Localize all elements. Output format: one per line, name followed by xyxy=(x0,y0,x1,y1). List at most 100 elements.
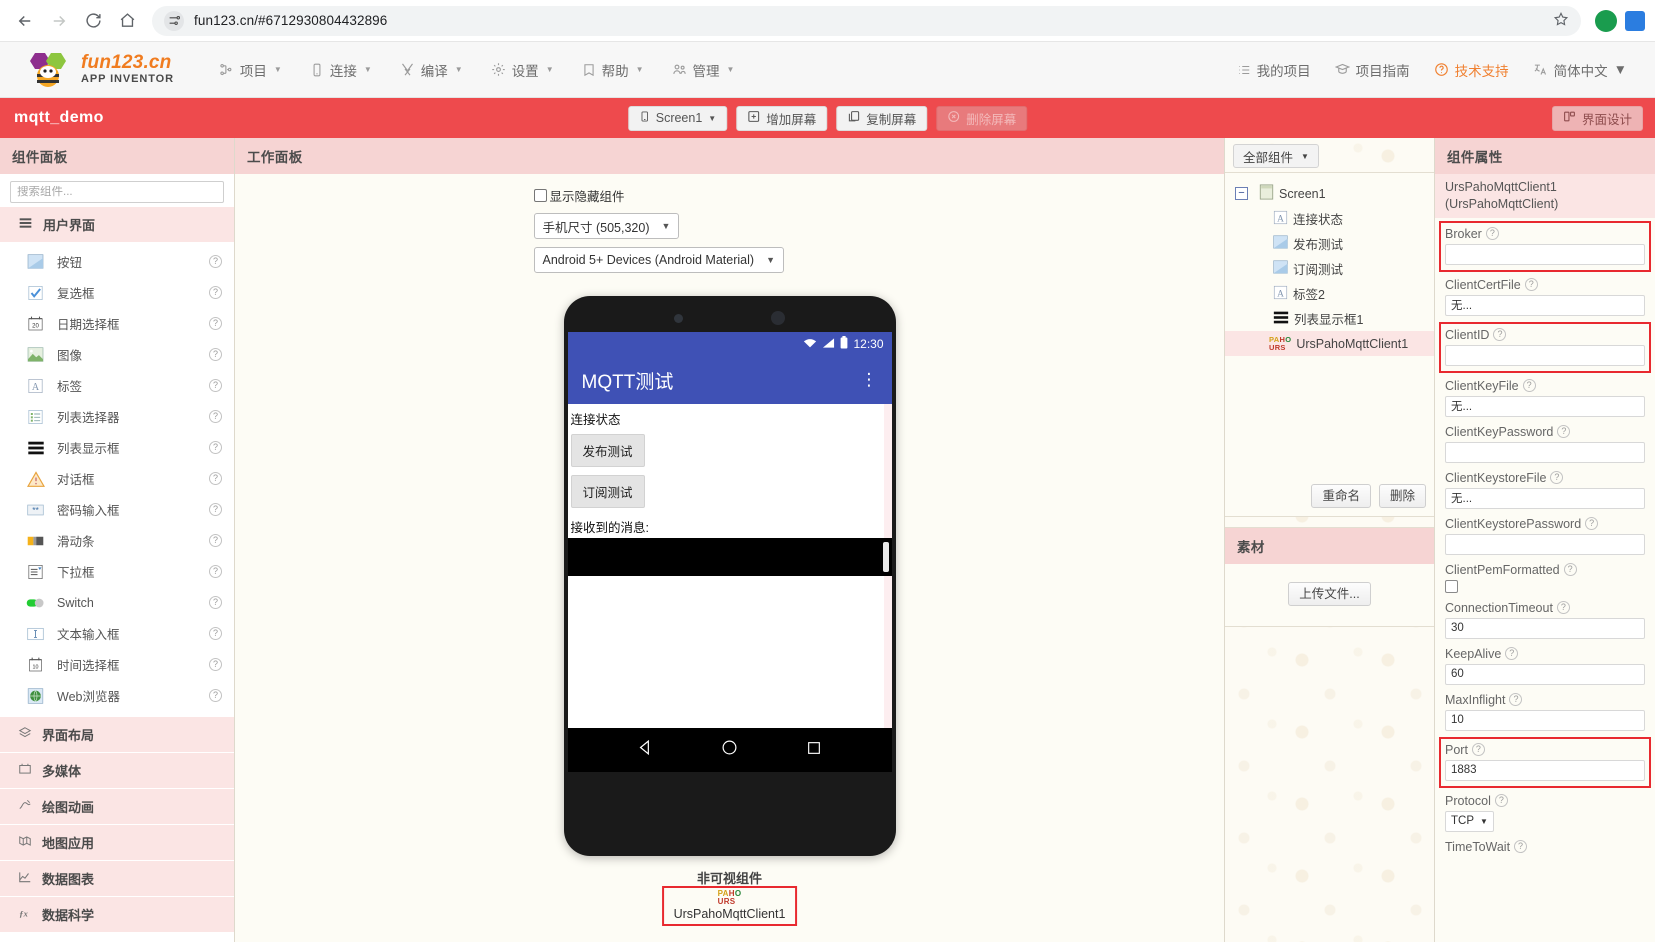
keepalive-input[interactable]: 60 xyxy=(1445,664,1645,685)
menu-item-connect[interactable]: 连接 ▼ xyxy=(299,53,383,87)
clientkeystorepassword-input[interactable] xyxy=(1445,534,1645,555)
help-icon[interactable]: ? xyxy=(1505,647,1518,660)
brand-logo-block[interactable]: fun123.cn APP INVENTOR xyxy=(0,50,174,90)
forward-arrow-icon[interactable] xyxy=(44,6,74,36)
delete-button[interactable]: 删除 xyxy=(1379,484,1426,508)
help-icon[interactable]: ? xyxy=(1523,379,1536,392)
tree-node-publish-test[interactable]: 发布测试 xyxy=(1225,231,1434,256)
palette-search[interactable] xyxy=(10,181,224,203)
phone-screen[interactable]: 12:30 MQTT测试 ⋮ 连接状态 发布测试 订阅测试 接收到的消息: xyxy=(568,332,892,772)
help-icon[interactable]: ? xyxy=(209,472,222,485)
port-input[interactable]: 1883 xyxy=(1445,760,1645,781)
palette-category-maps[interactable]: 地图应用 xyxy=(0,825,234,861)
help-icon[interactable]: ? xyxy=(1585,517,1598,530)
help-icon[interactable]: ? xyxy=(209,286,222,299)
help-icon[interactable]: ? xyxy=(1472,743,1485,756)
palette-item-timepicker[interactable]: 10 时间选择框 ? xyxy=(0,649,234,680)
tree-node-urspahomqttclient1[interactable]: PAHO URS UrsPahoMqttClient1 xyxy=(1225,331,1434,356)
overflow-menu-icon[interactable]: ⋮ xyxy=(861,375,878,385)
help-icon[interactable]: ? xyxy=(1564,563,1577,576)
show-hidden-checkbox[interactable] xyxy=(534,189,547,202)
help-icon[interactable]: ? xyxy=(209,255,222,268)
palette-category-ui[interactable]: 用户界面 xyxy=(0,207,234,243)
palette-item-passwordbox[interactable]: ** 密码输入框 ? xyxy=(0,494,234,525)
tree-node-subscribe-test[interactable]: 订阅测试 xyxy=(1225,256,1434,281)
help-icon[interactable]: ? xyxy=(209,627,222,640)
tree-node-label2[interactable]: A 标签2 xyxy=(1225,281,1434,306)
palette-category-media[interactable]: 多媒体 xyxy=(0,753,234,789)
help-icon[interactable]: ? xyxy=(209,658,222,671)
help-icon[interactable]: ? xyxy=(1557,425,1570,438)
palette-item-webviewer[interactable]: Web浏览器 ? xyxy=(0,680,234,711)
palette-item-notifier[interactable]: 对话框 ? xyxy=(0,463,234,494)
clientid-input[interactable] xyxy=(1445,345,1645,366)
listview-component[interactable] xyxy=(568,538,892,576)
palette-item-button[interactable]: 按钮 ? xyxy=(0,246,234,277)
extension-icon[interactable] xyxy=(1625,11,1645,31)
home-nav-icon[interactable] xyxy=(721,739,738,761)
palette-item-switch[interactable]: Switch ? xyxy=(0,587,234,618)
palette-category-layout[interactable]: 界面布局 xyxy=(0,717,234,753)
help-icon[interactable]: ? xyxy=(1550,471,1563,484)
tree-node-listview1[interactable]: 列表显示框1 xyxy=(1225,306,1434,331)
help-icon[interactable]: ? xyxy=(209,565,222,578)
help-icon[interactable]: ? xyxy=(209,379,222,392)
subscribe-test-button[interactable]: 订阅测试 xyxy=(571,475,645,508)
help-icon[interactable]: ? xyxy=(209,441,222,454)
screen-content[interactable]: 连接状态 发布测试 订阅测试 接收到的消息: xyxy=(568,404,892,728)
menu-item-settings[interactable]: 设置 ▼ xyxy=(480,53,565,87)
clientkeystorefile-input[interactable]: 无... xyxy=(1445,488,1645,509)
listview-scrollbar[interactable] xyxy=(883,542,889,572)
palette-item-slider[interactable]: 滑动条 ? xyxy=(0,525,234,556)
component-filter-dropdown[interactable]: 全部组件 ▼ xyxy=(1233,144,1319,168)
delete-screen-button[interactable]: 删除屏幕 xyxy=(936,106,1027,131)
clientkeyfile-input[interactable]: 无... xyxy=(1445,396,1645,417)
rename-button[interactable]: 重命名 xyxy=(1311,484,1371,508)
publish-test-button[interactable]: 发布测试 xyxy=(571,434,645,467)
copy-screen-button[interactable]: 复制屏幕 xyxy=(836,106,927,131)
palette-item-label[interactable]: A 标签 ? xyxy=(0,370,234,401)
help-icon[interactable]: ? xyxy=(209,348,222,361)
viewer-canvas[interactable]: 显示隐藏组件 手机尺寸 (505,320) ▼ Android 5+ Devic… xyxy=(235,174,1224,942)
nav-project-guide[interactable]: 项目指南 xyxy=(1325,53,1420,87)
tree-node-screen1[interactable]: − Screen1 xyxy=(1225,181,1434,206)
help-icon[interactable]: ? xyxy=(1514,840,1527,853)
palette-item-image[interactable]: 图像 ? xyxy=(0,339,234,370)
help-icon[interactable]: ? xyxy=(1557,601,1570,614)
help-icon[interactable]: ? xyxy=(1525,278,1538,291)
star-icon[interactable] xyxy=(1553,11,1569,31)
palette-item-listpicker[interactable]: 列表选择器 ? xyxy=(0,401,234,432)
palette-item-checkbox[interactable]: 复选框 ? xyxy=(0,277,234,308)
help-icon[interactable]: ? xyxy=(1495,794,1508,807)
palette-item-spinner[interactable]: 下拉框 ? xyxy=(0,556,234,587)
menu-item-project[interactable]: 项目 ▼ xyxy=(208,53,293,87)
screen-size-select[interactable]: 手机尺寸 (505,320) ▼ xyxy=(534,213,680,239)
clientkeypassword-input[interactable] xyxy=(1445,442,1645,463)
help-icon[interactable]: ? xyxy=(1486,227,1499,240)
palette-item-listview[interactable]: 列表显示框 ? xyxy=(0,432,234,463)
screen-selector-button[interactable]: Screen1 ▼ xyxy=(628,106,727,131)
help-icon[interactable]: ? xyxy=(209,534,222,547)
tree-node-connect-status[interactable]: A 连接状态 xyxy=(1225,206,1434,231)
broker-input[interactable] xyxy=(1445,244,1645,265)
site-settings-icon[interactable] xyxy=(164,11,184,31)
theme-select[interactable]: Android 5+ Devices (Android Material) ▼ xyxy=(534,247,784,273)
show-hidden-checkbox-row[interactable]: 显示隐藏组件 xyxy=(534,186,625,205)
nav-tech-support[interactable]: 技术支持 xyxy=(1424,53,1519,87)
add-screen-button[interactable]: 增加屏幕 xyxy=(736,106,827,131)
palette-item-datepicker[interactable]: 20 日期选择框 ? xyxy=(0,308,234,339)
palette-category-charts[interactable]: 数据图表 xyxy=(0,861,234,897)
palette-item-textbox[interactable]: 文本输入框 ? xyxy=(0,618,234,649)
help-icon[interactable]: ? xyxy=(1493,328,1506,341)
profile-avatar[interactable] xyxy=(1595,10,1617,32)
upload-file-button[interactable]: 上传文件... xyxy=(1288,582,1370,606)
nonvisible-component-item[interactable]: PAHO URS UrsPahoMqttClient1 xyxy=(662,886,798,926)
help-icon[interactable]: ? xyxy=(209,689,222,702)
connectiontimeout-input[interactable]: 30 xyxy=(1445,618,1645,639)
palette-category-datascience[interactable]: ƒx 数据科学 xyxy=(0,897,234,933)
menu-item-help[interactable]: 帮助 ▼ xyxy=(571,53,655,87)
menu-item-build[interactable]: 编译 ▼ xyxy=(389,53,474,87)
help-icon[interactable]: ? xyxy=(209,317,222,330)
address-bar[interactable]: fun123.cn/#6712930804432896 xyxy=(152,6,1581,36)
nav-language[interactable]: 简体中文 ▼ xyxy=(1523,53,1637,87)
